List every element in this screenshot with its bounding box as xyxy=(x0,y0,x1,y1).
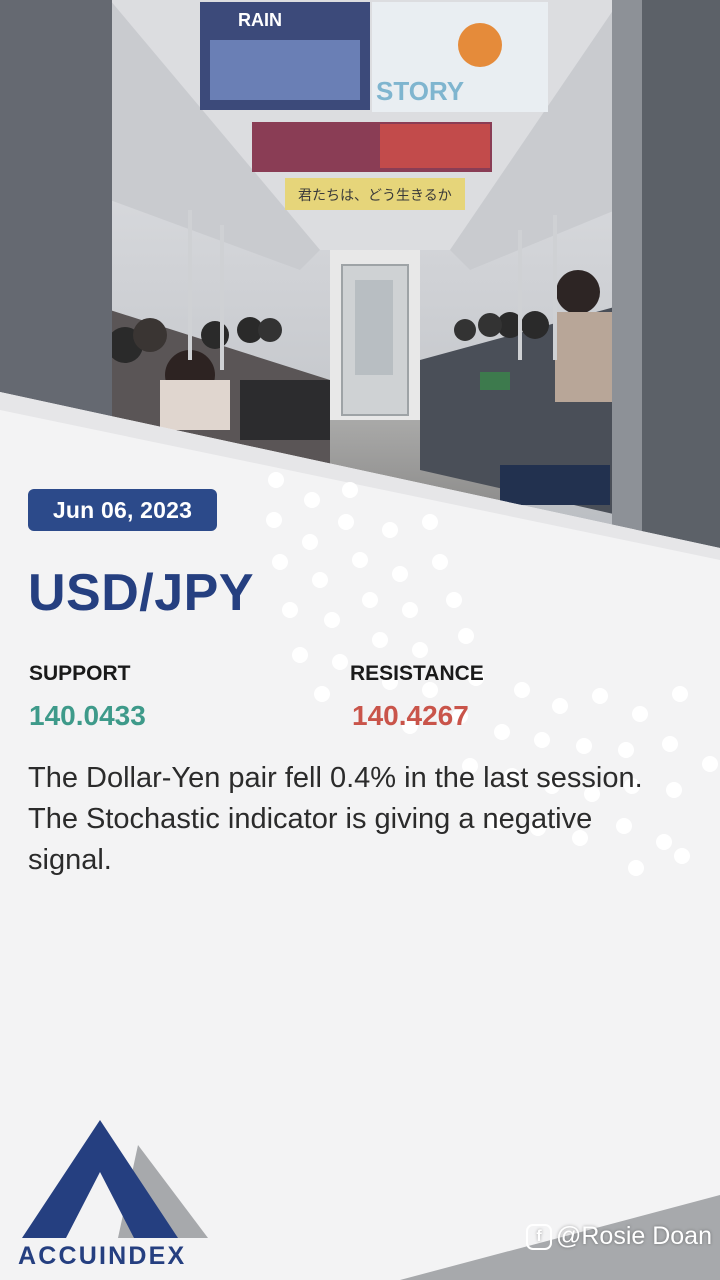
watermark: f @Rosie Doan xyxy=(525,1222,712,1251)
watermark-text: @Rosie Doan xyxy=(555,1222,712,1250)
resistance-label: RESISTANCE xyxy=(350,662,484,685)
ad-banner-text: 君たちは、どう生きるか xyxy=(298,188,452,204)
resistance-value: 140.4267 xyxy=(352,700,469,731)
ad-text-story: STORY xyxy=(376,76,464,106)
date-badge: Jun 06, 2023 xyxy=(28,489,217,531)
market-description: The Dollar-Yen pair fell 0.4% in the las… xyxy=(28,762,643,876)
support-label: SUPPORT xyxy=(29,662,131,685)
brand-logo-text: ACCUINDEX xyxy=(18,1242,187,1270)
support-value: 140.0433 xyxy=(29,700,146,731)
currency-pair-title: USD/JPY xyxy=(28,564,255,622)
ad-text-rain: RAIN xyxy=(238,10,282,30)
social-app-icon: f xyxy=(525,1223,552,1250)
